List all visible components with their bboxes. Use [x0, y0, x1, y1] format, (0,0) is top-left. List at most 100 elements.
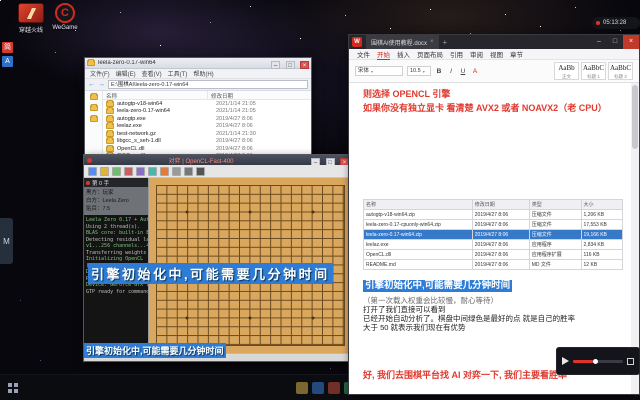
table-header: 大小 — [580, 199, 624, 210]
settings-icon[interactable] — [184, 166, 193, 176]
explorer-addressbar: ← → E:\围棋AI\leela-zero-0.17-win64 — [85, 79, 311, 91]
recording-indicator: 05:13:28 — [592, 17, 640, 29]
document-tab[interactable]: 围棋AI使用教程.docx × — [366, 35, 439, 49]
doc-paragraph: 已经开始自动分析了。棋盘中间绿色是最好的点 就是自己的胜率 — [363, 314, 576, 323]
file-name: autogtp-v18-win64 — [117, 100, 163, 107]
menu-insert[interactable]: 插入 — [397, 49, 410, 59]
menu-page-layout[interactable]: 页面布局 — [417, 49, 443, 59]
play-icon[interactable] — [148, 166, 157, 176]
font-color-button[interactable]: A — [471, 68, 479, 75]
file-row[interactable]: autogtp.exe 2019/4/27 8:06 — [103, 114, 311, 123]
folder-icon — [106, 99, 114, 107]
fullscreen-icon[interactable] — [627, 357, 634, 365]
bold-button[interactable]: B — [435, 68, 443, 75]
go-titlebar[interactable]: 对弈 | OpenCL-Fast-400 – □ × — [84, 155, 352, 166]
desktop-icon-wegame[interactable]: C WeGame — [48, 3, 82, 31]
open-icon[interactable] — [100, 166, 109, 176]
document-titlebar[interactable]: W 围棋AI使用教程.docx × + – □ × — [349, 35, 639, 49]
file-name: leela-zero-0.17-win64 — [117, 108, 170, 115]
file-name: best-network.gz — [117, 130, 156, 137]
menu-file[interactable]: 文件(F) — [90, 69, 110, 78]
underline-button[interactable]: U — [459, 68, 467, 75]
maximize-button[interactable]: □ — [607, 35, 623, 49]
explorer-titlebar[interactable]: leela-zero-0.17-win64 – □ × — [85, 58, 311, 69]
pause-icon[interactable] — [160, 166, 169, 176]
column-name[interactable]: 名称 — [103, 91, 208, 100]
play-icon[interactable] — [562, 357, 569, 365]
new-game-icon[interactable] — [88, 166, 97, 176]
table-row: OpenCL.dll 2019/4/27 8:06 应用程序扩展 116 KB — [363, 249, 624, 260]
table-cell: README.md — [363, 259, 473, 270]
black-player-label: 黑方：玩家 — [86, 190, 114, 196]
save-icon[interactable] — [112, 166, 121, 176]
italic-button[interactable]: I — [447, 68, 455, 75]
style-chip-heading1[interactable]: AaBbC 标题 1 — [581, 62, 606, 80]
address-input[interactable]: E:\围棋AI\leela-zero-0.17-win64 — [108, 80, 308, 89]
wegame-icon: C — [55, 3, 75, 23]
scrollbar-thumb[interactable] — [632, 85, 638, 149]
column-date[interactable]: 修改日期 — [208, 91, 236, 100]
document-window: W 围棋AI使用教程.docx × + – □ × 文件 开始 插入 页面布局 … — [348, 34, 640, 395]
progress-handle[interactable] — [593, 358, 598, 364]
close-button[interactable]: × — [623, 35, 639, 49]
file-row[interactable]: libgcc_s_seh-1.dll 2019/4/27 8:06 — [103, 137, 311, 146]
ime-badge-icon[interactable]: A — [2, 56, 13, 67]
edge-m-tile[interactable]: M — [0, 218, 13, 264]
folder-icon[interactable] — [89, 93, 98, 100]
font-size-select[interactable]: 10.5 ▾ — [407, 66, 431, 76]
file-row[interactable]: autogtp-v18-win64 2021/1/14 21:05 — [103, 99, 311, 108]
folder-icon[interactable] — [89, 104, 98, 111]
file-row[interactable]: leela-zero-0.17-win64 2021/1/14 21:05 — [103, 107, 311, 116]
table-row: leelaz.exe 2019/4/27 8:06 应用程序 2,834 KB — [363, 239, 624, 250]
folder-icon[interactable] — [89, 115, 98, 122]
close-button[interactable]: × — [300, 61, 309, 69]
analyze-icon[interactable] — [172, 166, 181, 176]
video-progress-bar[interactable] — [573, 358, 623, 364]
table-cell: 1,206 KB — [580, 209, 624, 220]
back-icon[interactable]: ← — [88, 81, 95, 88]
desktop-icon-cf[interactable]: 穿越火线 — [14, 3, 48, 34]
video-player-controls — [556, 347, 640, 375]
tab-close-icon[interactable]: × — [430, 39, 434, 45]
menu-home[interactable]: 开始 — [377, 49, 390, 60]
go-window-title: 对弈 | OpenCL-Fast-400 — [168, 158, 234, 165]
file-icon — [106, 129, 114, 137]
highlighted-text: 引擎初始化中,可能需要几分钟时间 — [363, 280, 513, 292]
taskbar-app-icon[interactable] — [328, 382, 340, 394]
table-cell: leelaz.exe — [363, 239, 473, 250]
font-name-select[interactable]: 宋体 ▾ — [355, 66, 403, 76]
file-explorer-window: leela-zero-0.17-win64 – □ × 文件(F) 编辑(E) … — [84, 57, 312, 169]
menu-references[interactable]: 引用 — [450, 49, 463, 59]
menu-section[interactable]: 章节 — [510, 49, 523, 59]
taskbar-app-icon[interactable] — [312, 382, 324, 394]
menu-tools[interactable]: 工具(T) — [168, 69, 188, 78]
minimize-button[interactable]: – — [591, 35, 607, 49]
table-header: 名称 — [363, 199, 473, 210]
file-row[interactable]: OpenCL.dll 2019/4/27 8:06 — [103, 144, 311, 153]
menu-review[interactable]: 审阅 — [470, 49, 483, 59]
undo-icon[interactable] — [124, 166, 133, 176]
file-date: 2021/1/14 21:30 — [216, 130, 256, 137]
minimize-button[interactable]: – — [271, 61, 281, 69]
menu-edit[interactable]: 编辑(E) — [116, 69, 136, 78]
style-chip-heading2[interactable]: AaBbC 标题 2 — [608, 62, 633, 80]
file-row[interactable]: leelaz.exe 2019/4/27 8:06 — [103, 122, 311, 131]
style-label: 正文 — [562, 74, 571, 79]
engine-log[interactable]: Leela Zero 0.17 + AutoGTP v18 Using 2 th… — [84, 215, 148, 353]
help-icon[interactable] — [196, 166, 205, 176]
new-tab-button[interactable]: + — [443, 38, 591, 47]
menu-file[interactable]: 文件 — [357, 49, 370, 59]
style-chip-normal[interactable]: AaBb 正文 — [554, 62, 579, 80]
ime-badge-icon[interactable]: 简 — [2, 42, 13, 53]
redo-icon[interactable] — [136, 166, 145, 176]
start-button-icon[interactable] — [8, 383, 12, 387]
forward-icon[interactable]: → — [98, 81, 105, 88]
menu-view[interactable]: 查看(V) — [142, 69, 162, 78]
log-line: v1...256 channels...40 blocks. — [86, 243, 148, 249]
taskbar-explorer-icon[interactable] — [296, 382, 308, 394]
file-row[interactable]: best-network.gz 2021/1/14 21:30 — [103, 129, 311, 138]
menu-view[interactable]: 视图 — [490, 49, 503, 59]
menu-help[interactable]: 帮助(H) — [193, 69, 213, 78]
maximize-button[interactable]: □ — [285, 61, 295, 69]
file-date: 2021/1/14 21:05 — [216, 100, 256, 107]
